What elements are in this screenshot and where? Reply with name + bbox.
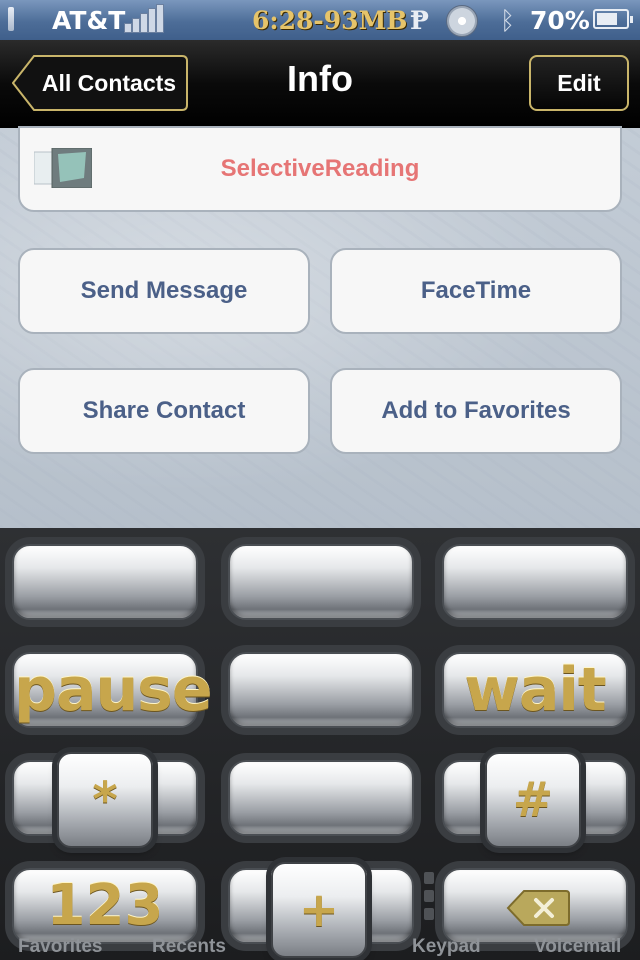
numbers-key[interactable]: 123 [12,868,198,944]
carrier-name: AT&T [52,6,126,35]
backspace-icon [506,890,570,926]
keypad-key-blank[interactable] [228,544,414,620]
delete-key[interactable] [442,868,628,944]
contact-info-content: SelectiveReading Send Message FaceTime S… [0,126,640,528]
hash-key[interactable]: # [485,752,581,848]
bluetooth-icon: ᛒ [500,6,516,35]
keypad-key-blank[interactable] [12,544,198,620]
p-status-icon: Ᵽ [410,6,429,35]
tab-voicemail[interactable]: Voicemail [534,936,621,958]
all-contacts-back-button[interactable]: All Contacts [12,55,188,111]
battery-percent: 70% [530,6,590,35]
keypad-key-blank[interactable] [228,652,414,728]
share-contact-button[interactable]: Share Contact [18,368,310,454]
facetime-button[interactable]: FaceTime [330,248,622,334]
edit-button[interactable]: Edit [529,55,629,111]
keypad-key-blank[interactable] [442,544,628,620]
send-message-button[interactable]: Send Message [18,248,310,334]
hash-key-label: # [512,772,554,828]
keypad-overlay: pause wait 123 * # + [0,528,640,960]
pause-key[interactable]: pause [12,652,213,728]
clock-memory: 6:28-93MB [252,6,408,35]
navigation-bar: All Contacts Info Edit [0,40,640,128]
numbers-key-label: 123 [46,873,164,938]
page-title: Info [287,58,353,99]
wait-key[interactable]: wait [442,652,628,728]
linked-app-row[interactable]: SelectiveReading [18,126,622,212]
status-bar: AT&T 6:28-93MB Ᵽ ᛒ 70% [0,0,640,40]
star-key-label: * [92,772,118,828]
back-button-label: All Contacts [41,70,177,96]
battery-icon [593,9,633,29]
wait-key-label: wait [464,655,606,725]
plus-key[interactable]: + [271,862,367,958]
status-edge-bar [8,7,14,31]
tab-keypad[interactable]: Keypad [412,936,481,958]
pause-key-label: pause [14,655,213,725]
tab-favorites[interactable]: Favorites [18,936,102,958]
plus-key-label: + [298,882,340,938]
tab-keypad-dots-icon [424,872,436,928]
star-key[interactable]: * [57,752,153,848]
keypad-key-blank[interactable] [228,760,414,836]
tab-recents[interactable]: Recents [152,936,226,958]
disc-status-icon [446,5,478,37]
add-to-favorites-button[interactable]: Add to Favorites [330,368,622,454]
signal-strength-icon [124,4,164,33]
linked-app-label: SelectiveReading [220,155,420,182]
